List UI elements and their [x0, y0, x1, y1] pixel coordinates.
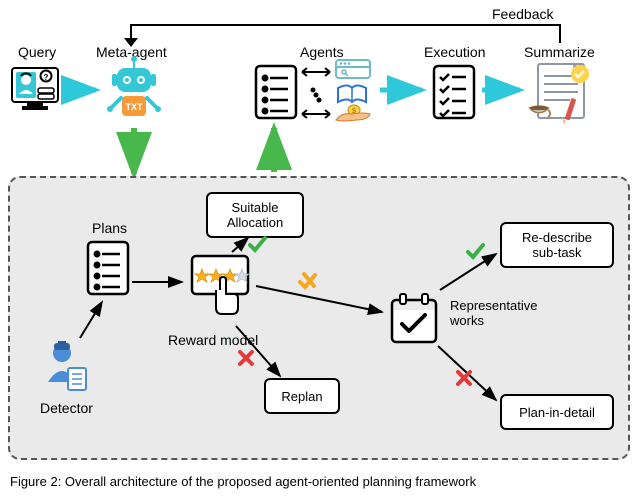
- plan-in-detail-box: Plan-in-detail: [500, 394, 614, 430]
- detector-icon: [42, 338, 88, 398]
- reward-model-label: Reward model: [168, 332, 258, 348]
- detector-label: Detector: [40, 400, 93, 416]
- figure-caption: Figure 2: Overall architecture of the pr…: [10, 474, 630, 489]
- reward-model-icon: [186, 250, 254, 326]
- rep-works-icon: [386, 288, 442, 348]
- redescribe-box: Re-describe sub-task: [500, 222, 614, 268]
- rep-works-label: Representative works: [450, 298, 537, 328]
- replan-box: Replan: [264, 378, 340, 414]
- suitable-allocation-box: Suitable Allocation: [206, 192, 304, 238]
- plans-list-icon: [86, 240, 130, 296]
- diagram-stage: Feedback Query Meta-agent Agents Executi…: [0, 0, 640, 501]
- top-flow-arrows: [0, 0, 640, 200]
- plans-label: Plans: [92, 220, 127, 236]
